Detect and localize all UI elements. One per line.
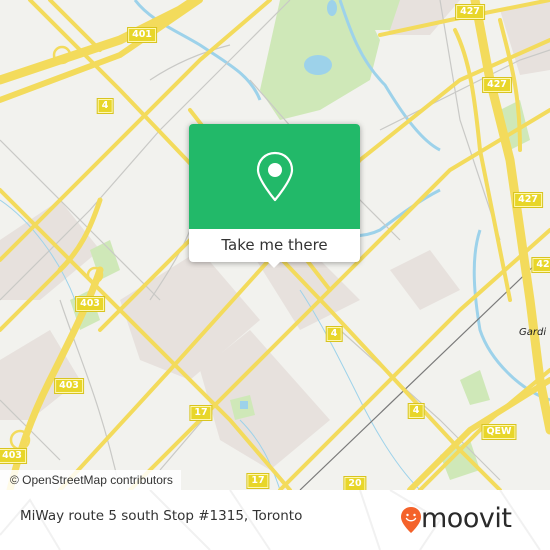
highway-shield-17: 17 [189,405,213,421]
highway-shield-4: 4 [325,326,343,342]
highway-shield-427: 427 [513,192,543,208]
highway-shield-401: 401 [127,27,157,43]
location-popup: Take me there [189,124,360,268]
highway-shield-4: 4 [96,98,114,114]
highway-shield-qew: QEW [481,424,517,440]
highway-shield-403: 403 [75,296,105,312]
map-attribution[interactable]: © OpenStreetMap contributors [0,470,181,490]
highway-shield-427: 427 [482,77,512,93]
place-label-gardiner: Gardi [519,327,547,338]
highway-shield-17: 17 [246,473,270,489]
highway-shield-427: 42 [531,257,550,273]
moovit-pin-smile-icon [401,507,421,533]
popup-pointer [266,260,282,268]
highway-shield-403: 403 [0,448,27,464]
popup-header [189,124,360,229]
highway-shield-20: 20 [343,476,367,490]
footer-bar: MiWay route 5 south Stop #1315, Toronto … [0,490,550,550]
map-pin-icon [256,151,294,202]
highway-shield-403: 403 [54,378,84,394]
moovit-logo[interactable]: moovit [400,504,540,534]
highway-shield-427: 427 [455,4,485,20]
take-me-there-button[interactable]: Take me there [189,229,360,262]
highway-shield-4: 4 [407,403,425,419]
moovit-wordmark: moovit [421,503,512,534]
map-view[interactable]: 401 427 427 427 42 4 4 4 403 403 403 17 … [0,0,550,490]
stop-title: MiWay route 5 south Stop #1315, Toronto [20,508,303,524]
